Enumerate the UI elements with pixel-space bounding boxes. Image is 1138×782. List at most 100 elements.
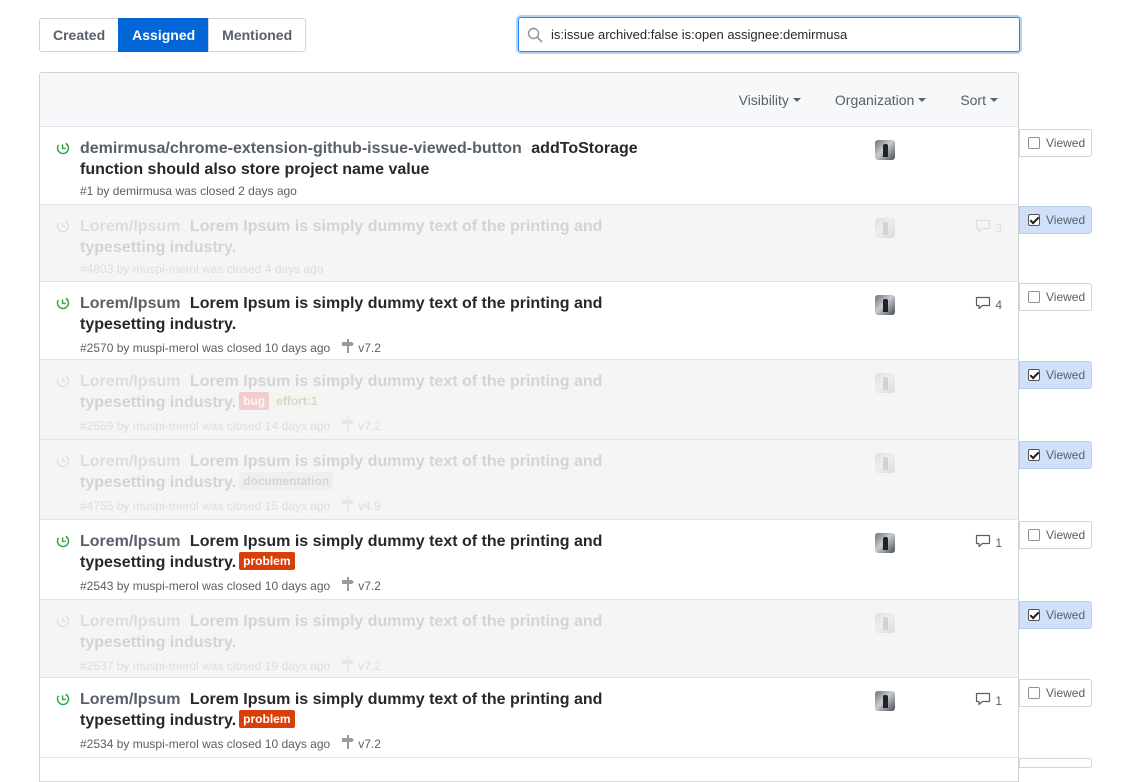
issue-closed-icon (56, 374, 70, 393)
viewed-toggle[interactable]: Viewed (1019, 441, 1092, 469)
issue-content: Lorem/Ipsum Lorem Ipsum is simply dummy … (80, 611, 692, 674)
author-link[interactable]: muspi-merol (133, 262, 199, 276)
search-input[interactable] (549, 26, 989, 43)
milestone-label: v7.2 (358, 658, 381, 673)
viewed-toggle-partial[interactable] (1019, 758, 1092, 768)
issue-status: was closed 2 days ago (175, 184, 297, 198)
viewed-toggle[interactable]: Viewed (1019, 283, 1092, 311)
organization-dropdown[interactable]: Organization (835, 92, 927, 108)
comments-link[interactable]: 1 (975, 692, 1002, 709)
issue-by: by (96, 184, 110, 198)
author-link[interactable]: muspi-merol (133, 737, 199, 751)
tab-mentioned[interactable]: Mentioned (208, 18, 307, 52)
comment-count: 4 (995, 297, 1002, 312)
repo-link[interactable]: Lorem/Ipsum (80, 295, 180, 312)
avatar[interactable] (875, 218, 895, 238)
issue-label[interactable]: documentation (239, 472, 334, 490)
issue-title-line: Lorem/Ipsum Lorem Ipsum is simply dummy … (80, 216, 692, 258)
author-link[interactable]: demirmusa (113, 184, 172, 198)
author-link[interactable]: muspi-merol (133, 341, 199, 355)
avatar[interactable] (875, 295, 895, 315)
viewed-label: Viewed (1046, 213, 1086, 227)
issue-label[interactable]: problem (239, 710, 295, 728)
issue-content: Lorem/Ipsum Lorem Ipsum is simply dummy … (80, 531, 692, 594)
avatar[interactable] (875, 691, 895, 711)
avatar[interactable] (875, 140, 895, 160)
avatar[interactable] (875, 453, 895, 473)
milestone-label: v7.2 (358, 736, 381, 751)
comments-link[interactable]: 3 (975, 219, 1002, 236)
repo-link[interactable]: Lorem/Ipsum (80, 533, 180, 550)
issue-number: #4755 (80, 498, 114, 513)
viewed-toggle[interactable]: Viewed (1019, 521, 1092, 549)
viewed-toggle[interactable]: Viewed (1019, 129, 1092, 157)
viewed-label: Viewed (1046, 448, 1086, 462)
visibility-dropdown[interactable]: Visibility (739, 92, 801, 108)
comment-count: 1 (995, 693, 1002, 708)
issue-meta: #2534 by muspi-merol was closed 10 days … (80, 735, 692, 752)
issue-row: Lorem/Ipsum Lorem Ipsum is simply dummy … (40, 600, 1018, 678)
issue-content: Lorem/Ipsum Lorem Ipsum is simply dummy … (80, 216, 692, 276)
milestone[interactable]: v7.2 (342, 657, 381, 674)
avatar[interactable] (875, 613, 895, 633)
viewed-toggle[interactable]: Viewed (1019, 206, 1092, 234)
milestone-label: v4.9 (358, 498, 381, 513)
issue-row: Lorem/Ipsum Lorem Ipsum is simply dummy … (40, 678, 1018, 758)
issue-meta: #1 by demirmusa was closed 2 days ago (80, 184, 692, 198)
author-link[interactable]: muspi-merol (133, 659, 199, 673)
sort-label: Sort (960, 91, 986, 108)
issue-meta: #2543 by muspi-merol was closed 10 days … (80, 577, 692, 594)
author-link[interactable]: muspi-merol (133, 419, 199, 433)
milestone-icon (342, 339, 358, 356)
viewed-checkbox[interactable] (1028, 214, 1040, 226)
viewed-checkbox[interactable] (1028, 369, 1040, 381)
issue-status: was closed 14 days ago (202, 418, 331, 433)
issue-title-line: Lorem/Ipsum Lorem Ipsum is simply dummy … (80, 611, 692, 653)
viewed-label: Viewed (1046, 136, 1086, 150)
issue-status: was closed 15 days ago (202, 498, 331, 513)
avatar[interactable] (875, 373, 895, 393)
issue-label[interactable]: problem (239, 552, 295, 570)
repo-link[interactable]: Lorem/Ipsum (80, 218, 180, 235)
viewed-toggle[interactable]: Viewed (1019, 361, 1092, 389)
milestone[interactable]: v7.2 (342, 577, 381, 594)
viewed-toggle[interactable]: Viewed (1019, 679, 1092, 707)
author-link[interactable]: muspi-merol (133, 579, 199, 593)
issue-closed-icon (56, 141, 70, 160)
issue-content: Lorem/Ipsum Lorem Ipsum is simply dummy … (80, 293, 692, 356)
comments-link[interactable]: 1 (975, 534, 1002, 551)
viewed-checkbox[interactable] (1028, 449, 1040, 461)
issue-label[interactable]: effort:1 (272, 392, 322, 410)
comment-count: 3 (995, 220, 1002, 235)
tab-created[interactable]: Created (39, 18, 120, 52)
author-link[interactable]: muspi-merol (133, 499, 199, 513)
issue-by: by (116, 736, 130, 751)
issue-row: Lorem/Ipsum Lorem Ipsum is simply dummy … (40, 360, 1018, 440)
comments-link[interactable]: 4 (975, 296, 1002, 313)
viewed-checkbox[interactable] (1028, 137, 1040, 149)
issue-row-content: Lorem/Ipsum Lorem Ipsum is simply dummy … (40, 282, 1018, 359)
repo-link[interactable]: Lorem/Ipsum (80, 691, 180, 708)
milestone[interactable]: v7.2 (342, 417, 381, 434)
issue-row-content: Lorem/Ipsum Lorem Ipsum is simply dummy … (40, 678, 1018, 757)
repo-link[interactable]: demirmusa/chrome-extension-github-issue-… (80, 140, 522, 157)
repo-link[interactable]: Lorem/Ipsum (80, 453, 180, 470)
issue-closed-icon (56, 534, 70, 553)
filter-tabs: Created Assigned Mentioned (39, 18, 307, 52)
repo-link[interactable]: Lorem/Ipsum (80, 613, 180, 630)
viewed-toggle[interactable]: Viewed (1019, 601, 1092, 629)
viewed-checkbox[interactable] (1028, 609, 1040, 621)
milestone-icon (342, 657, 358, 674)
tab-assigned[interactable]: Assigned (118, 18, 210, 52)
issue-label[interactable]: bug (239, 392, 270, 410)
milestone[interactable]: v7.2 (342, 735, 381, 752)
milestone[interactable]: v4.9 (342, 497, 381, 514)
repo-link[interactable]: Lorem/Ipsum (80, 373, 180, 390)
sort-dropdown[interactable]: Sort (960, 92, 998, 108)
avatar[interactable] (875, 533, 895, 553)
viewed-checkbox[interactable] (1028, 687, 1040, 699)
milestone[interactable]: v7.2 (342, 339, 381, 356)
issue-list: demirmusa/chrome-extension-github-issue-… (40, 127, 1018, 758)
viewed-checkbox[interactable] (1028, 529, 1040, 541)
viewed-checkbox[interactable] (1028, 291, 1040, 303)
